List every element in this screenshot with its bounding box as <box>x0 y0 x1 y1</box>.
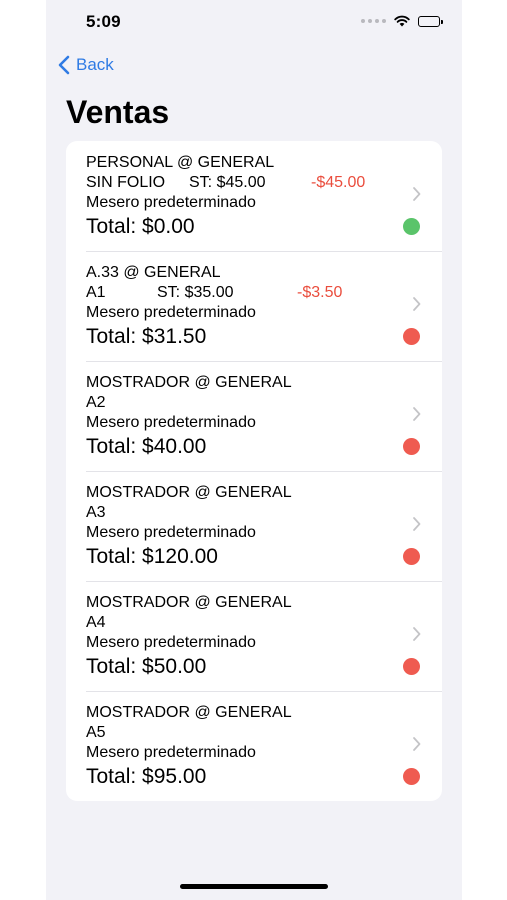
sale-row[interactable]: A.33 @ GENERAL A1 ST: $35.00 -$3.50 Mese… <box>66 251 442 361</box>
sales-list: PERSONAL @ GENERAL SIN FOLIO ST: $45.00 … <box>66 141 442 801</box>
status-bar: 5:09 <box>46 0 462 44</box>
cellular-signal-icon <box>361 19 386 23</box>
chevron-right-icon <box>413 187 421 201</box>
sale-header: PERSONAL @ GENERAL <box>86 154 275 171</box>
sale-waiter: Mesero predeterminado <box>86 744 256 761</box>
status-time: 5:09 <box>86 12 121 31</box>
red-status-dot-icon <box>403 658 420 675</box>
sale-subtotal: ST: $35.00 <box>157 284 234 301</box>
sale-folio: A3 <box>86 504 106 521</box>
page-title: Ventas <box>66 94 170 130</box>
sale-discount: -$45.00 <box>311 174 366 191</box>
sale-header: MOSTRADOR @ GENERAL <box>86 704 292 721</box>
battery-icon <box>418 15 443 27</box>
sale-folio: A4 <box>86 614 106 631</box>
chevron-right-icon <box>413 297 421 311</box>
sale-total: Total: $0.00 <box>86 215 195 238</box>
sale-row[interactable]: PERSONAL @ GENERAL SIN FOLIO ST: $45.00 … <box>66 141 442 251</box>
sale-header: MOSTRADOR @ GENERAL <box>86 484 292 501</box>
sale-total: Total: $50.00 <box>86 655 207 678</box>
sale-folio: SIN FOLIO <box>86 174 166 191</box>
wifi-icon <box>394 15 410 27</box>
sale-waiter: Mesero predeterminado <box>86 414 256 431</box>
sale-row[interactable]: MOSTRADOR @ GENERAL A2 Mesero predetermi… <box>66 361 442 471</box>
sale-total: Total: $120.00 <box>86 545 218 568</box>
sale-discount: -$3.50 <box>297 284 343 301</box>
chevron-right-icon <box>413 627 421 641</box>
sale-total: Total: $40.00 <box>86 435 207 458</box>
status-icons <box>361 15 443 27</box>
sale-row[interactable]: MOSTRADOR @ GENERAL A5 Mesero predetermi… <box>66 691 442 801</box>
sale-total: Total: $31.50 <box>86 325 207 348</box>
sale-header: MOSTRADOR @ GENERAL <box>86 374 292 391</box>
red-status-dot-icon <box>403 438 420 455</box>
chevron-right-icon <box>413 407 421 421</box>
sale-header: MOSTRADOR @ GENERAL <box>86 594 292 611</box>
sale-folio: A2 <box>86 394 106 411</box>
sale-waiter: Mesero predeterminado <box>86 524 256 541</box>
back-label: Back <box>76 55 114 74</box>
green-status-dot-icon <box>403 218 420 235</box>
sale-header: A.33 @ GENERAL <box>86 264 221 281</box>
sale-waiter: Mesero predeterminado <box>86 304 256 321</box>
chevron-right-icon <box>413 737 421 751</box>
phone-screen: 5:09 Back Ventas PERSONAL @ GENERAL SIN … <box>46 0 462 900</box>
sale-total: Total: $95.00 <box>86 765 207 788</box>
sale-subtotal: ST: $45.00 <box>189 174 266 191</box>
red-status-dot-icon <box>403 548 420 565</box>
sale-row[interactable]: MOSTRADOR @ GENERAL A3 Mesero predetermi… <box>66 471 442 581</box>
home-indicator[interactable] <box>180 884 328 889</box>
back-button[interactable]: Back <box>58 55 114 75</box>
sale-folio: A1 <box>86 284 106 301</box>
sale-folio: A5 <box>86 724 106 741</box>
chevron-right-icon <box>413 517 421 531</box>
sale-row[interactable]: MOSTRADOR @ GENERAL A4 Mesero predetermi… <box>66 581 442 691</box>
red-status-dot-icon <box>403 328 420 345</box>
sale-waiter: Mesero predeterminado <box>86 634 256 651</box>
sale-waiter: Mesero predeterminado <box>86 194 256 211</box>
chevron-left-icon <box>58 55 70 75</box>
red-status-dot-icon <box>403 768 420 785</box>
